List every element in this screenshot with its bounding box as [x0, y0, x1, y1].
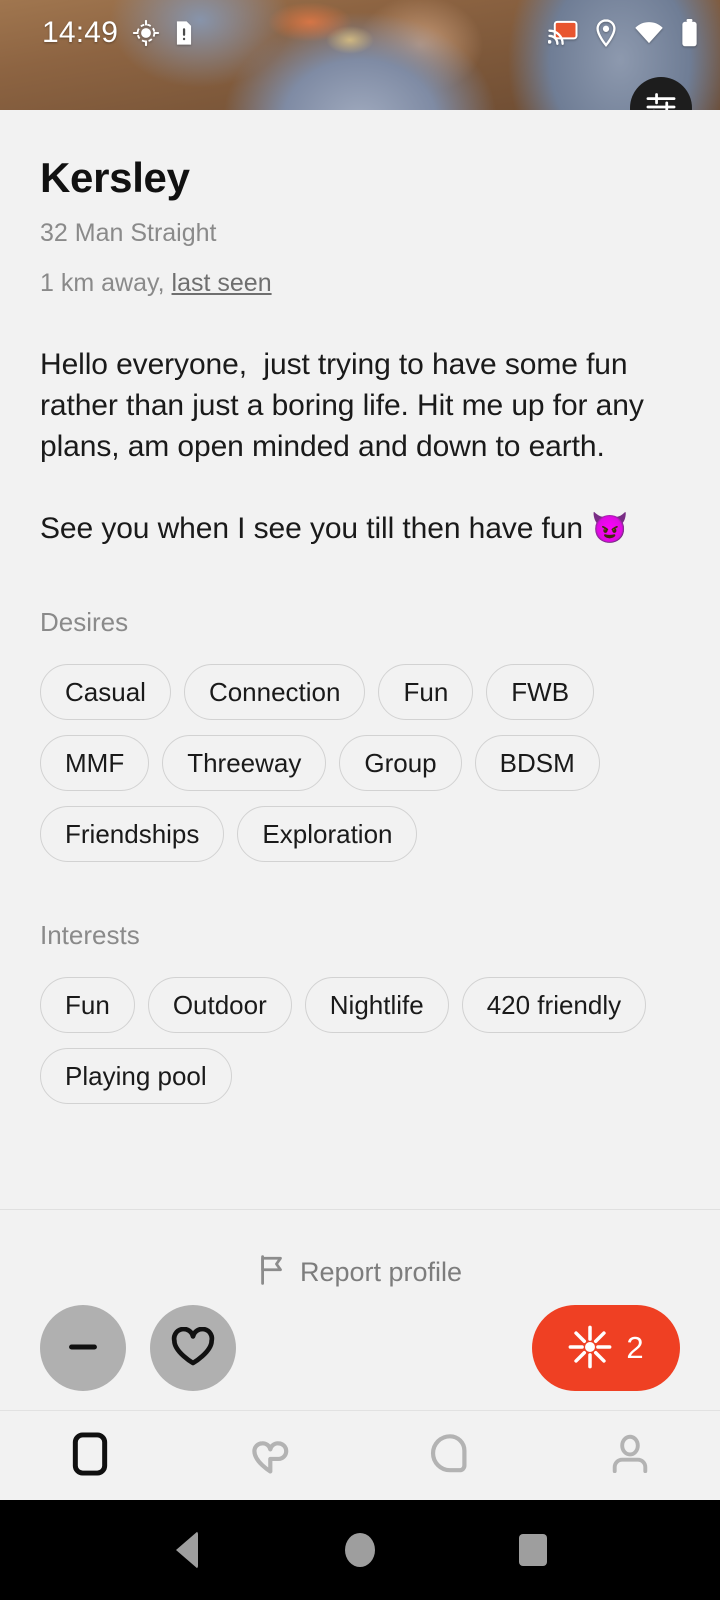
location-pin-icon: [595, 19, 617, 47]
status-bar: 14:49: [0, 0, 720, 66]
flag-icon: [258, 1254, 288, 1291]
sim-alert-icon: [174, 20, 194, 46]
devil-emoji: 😈: [591, 512, 629, 546]
profile-content: Kersley 32 Man Straight 1 km away, last …: [0, 110, 720, 1209]
profile-name: Kersley: [40, 154, 190, 201]
profile-person-icon: [610, 1433, 650, 1478]
desires-chip[interactable]: MMF: [40, 735, 150, 792]
status-time: 14:49: [42, 16, 119, 49]
filter-sliders-icon: [644, 90, 678, 110]
profile-bio: Hello everyone, just trying to have some…: [40, 344, 680, 549]
chat-bubble-icon: [430, 1433, 470, 1478]
desires-chip[interactable]: Fun: [378, 664, 474, 721]
boost-count: 2: [626, 1330, 644, 1365]
recents-square-icon: [519, 1534, 548, 1566]
status-bar-right: [548, 19, 698, 47]
heart-icon: [249, 1433, 291, 1478]
interests-chip[interactable]: 420 friendly: [461, 977, 647, 1034]
system-home-button[interactable]: [315, 1500, 405, 1600]
home-circle-icon: [344, 1533, 375, 1567]
profile-photo[interactable]: 14:49: [0, 0, 720, 110]
interests-chip[interactable]: Nightlife: [304, 977, 449, 1034]
action-buttons-row: 2: [40, 1305, 680, 1391]
like-button[interactable]: [150, 1305, 236, 1391]
nav-matches[interactable]: [180, 1411, 360, 1500]
nav-cards[interactable]: [0, 1411, 180, 1500]
heart-outline-icon: [171, 1326, 215, 1370]
system-recents-button[interactable]: [488, 1500, 578, 1600]
desires-chip[interactable]: Connection: [183, 664, 366, 721]
report-profile-button[interactable]: Report profile: [40, 1210, 680, 1291]
desires-chip[interactable]: Group: [339, 735, 462, 792]
desires-chip[interactable]: Casual: [40, 664, 171, 721]
profile-age-gender: 32 Man Straight: [40, 219, 217, 248]
last-seen-link[interactable]: last seen: [172, 269, 272, 297]
action-bar: Report profile 2: [0, 1210, 720, 1410]
bottom-navigation: [0, 1410, 720, 1500]
desires-chip[interactable]: BDSM: [474, 735, 600, 792]
android-system-nav: [0, 1500, 720, 1600]
wifi-icon: [634, 21, 664, 45]
back-triangle-icon: [175, 1531, 198, 1569]
desires-chip[interactable]: Exploration: [237, 806, 418, 863]
desires-chip[interactable]: Friendships: [40, 806, 225, 863]
battery-icon: [681, 19, 698, 47]
desires-section: Desires Casual Connection Fun FWB MMF Th…: [40, 607, 680, 863]
status-bar-left: 14:49: [42, 16, 194, 50]
cards-icon: [72, 1432, 108, 1479]
nav-profile[interactable]: [540, 1411, 720, 1500]
profile-distance-row: 1 km away, last seen: [40, 265, 680, 301]
interests-chip[interactable]: Outdoor: [147, 977, 292, 1034]
report-profile-label: Report profile: [299, 1257, 463, 1287]
desires-chip[interactable]: FWB: [486, 664, 595, 721]
interests-chip[interactable]: Playing pool: [40, 1048, 232, 1105]
app-screen: 14:49 Kersley 32 Man Straight 1 km away,…: [0, 0, 720, 1600]
system-back-button[interactable]: [142, 1500, 232, 1600]
gps-crosshair-icon: [132, 19, 160, 47]
desires-chip-list: Casual Connection Fun FWB MMF Threeway G…: [40, 664, 680, 863]
minus-icon: [64, 1328, 102, 1369]
cast-icon: [548, 20, 578, 46]
interests-chip[interactable]: Fun: [40, 977, 135, 1034]
interests-title: Interests: [40, 920, 140, 951]
profile-bio-text: Hello everyone, just trying to have some…: [40, 347, 644, 546]
boost-button[interactable]: 2: [532, 1305, 680, 1391]
desires-chip[interactable]: Threeway: [162, 735, 327, 792]
desires-title: Desires: [40, 607, 129, 638]
sparkle-icon: [568, 1325, 612, 1372]
interests-section: Interests Fun Outdoor Nightlife 420 frie…: [40, 920, 680, 1105]
interests-chip-list: Fun Outdoor Nightlife 420 friendly Playi…: [40, 977, 680, 1105]
profile-distance: 1 km away,: [40, 269, 165, 298]
nav-chat[interactable]: [360, 1411, 540, 1500]
pass-button[interactable]: [40, 1305, 126, 1391]
